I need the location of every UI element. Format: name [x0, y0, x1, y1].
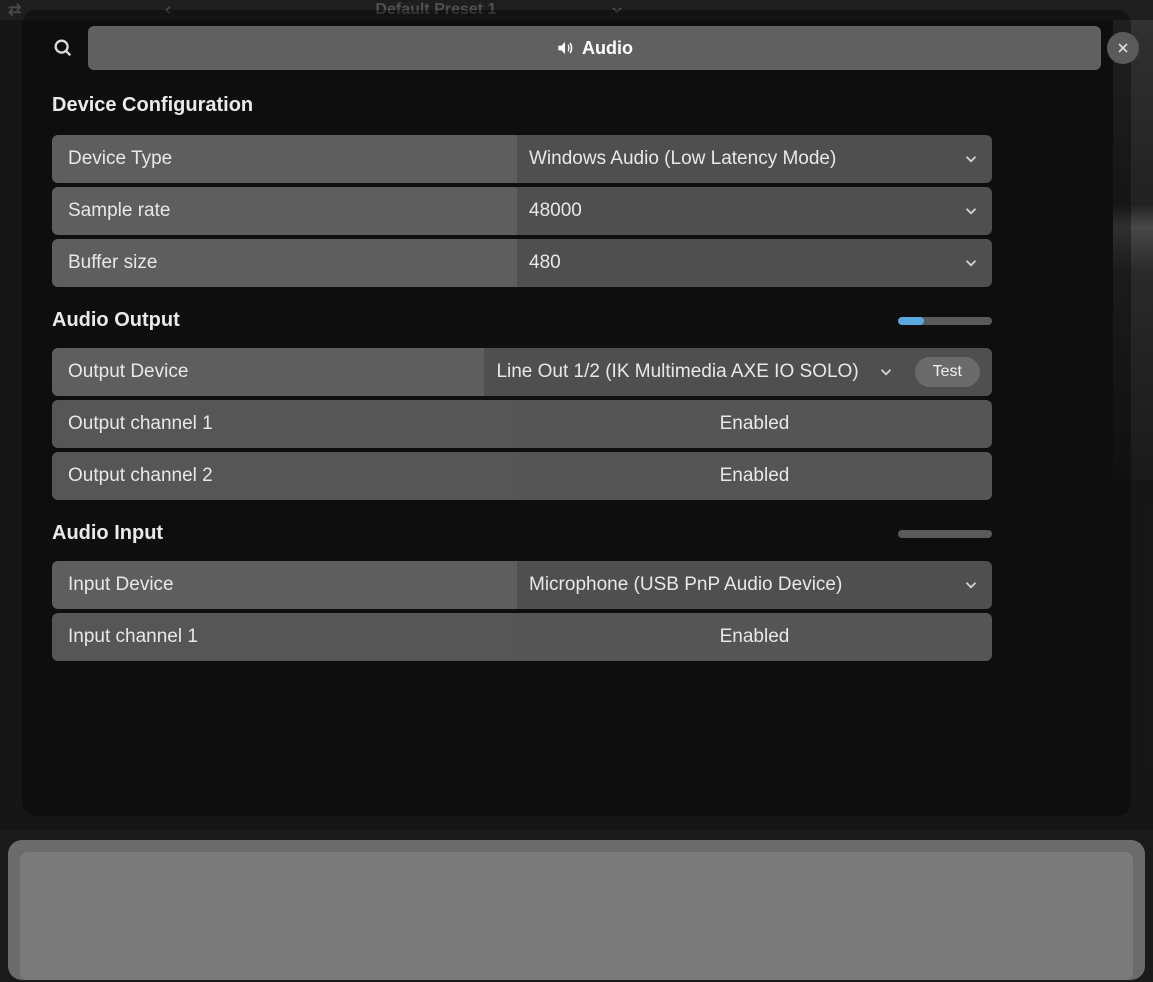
output-level-meter: [898, 317, 992, 325]
search-button[interactable]: [52, 37, 74, 59]
label-buffer-size: Buffer size: [52, 239, 517, 287]
device-config-block: Device Type Windows Audio (Low Latency M…: [52, 135, 992, 287]
input-device-value: Microphone (USB PnP Audio Device): [529, 574, 842, 596]
modal-overlay: Audio Device Configuration Device Type W…: [0, 0, 1153, 830]
value-device-type[interactable]: Windows Audio (Low Latency Mode): [517, 135, 992, 183]
row-output-ch1[interactable]: Output channel 1 Enabled: [52, 400, 992, 448]
value-input-device[interactable]: Microphone (USB PnP Audio Device): [517, 561, 992, 609]
value-sample-rate[interactable]: 48000: [517, 187, 992, 235]
value-input-ch1[interactable]: Enabled: [517, 613, 992, 661]
chevron-down-icon: [962, 254, 980, 272]
input-level-meter: [898, 530, 992, 538]
section-title-device-config: Device Configuration: [52, 94, 1101, 117]
output-ch2-status: Enabled: [720, 465, 790, 487]
label-sample-rate: Sample rate: [52, 187, 517, 235]
background-bottom-inner: [20, 852, 1133, 980]
section-title-audio-output: Audio Output: [52, 309, 180, 332]
row-buffer-size[interactable]: Buffer size 480: [52, 239, 992, 287]
background-bottom-panel: [8, 840, 1145, 980]
row-sample-rate[interactable]: Sample rate 48000: [52, 187, 992, 235]
value-output-ch2[interactable]: Enabled: [517, 452, 992, 500]
label-input-device: Input Device: [52, 561, 517, 609]
device-type-value: Windows Audio (Low Latency Mode): [529, 148, 836, 170]
row-input-device[interactable]: Input Device Microphone (USB PnP Audio D…: [52, 561, 992, 609]
chevron-down-icon: [962, 150, 980, 168]
chevron-down-icon: [962, 202, 980, 220]
label-output-ch2: Output channel 2: [52, 452, 517, 500]
label-output-ch1: Output channel 1: [52, 400, 517, 448]
buffer-size-value: 480: [529, 252, 561, 274]
row-output-device[interactable]: Output Device Line Out 1/2 (IK Multimedi…: [52, 348, 992, 396]
value-buffer-size[interactable]: 480: [517, 239, 992, 287]
search-icon: [52, 37, 74, 59]
close-icon: [1115, 40, 1131, 56]
row-output-ch2[interactable]: Output channel 2 Enabled: [52, 452, 992, 500]
test-output-button[interactable]: Test: [915, 357, 980, 387]
value-output-ch1[interactable]: Enabled: [517, 400, 992, 448]
audio-output-block: Output Device Line Out 1/2 (IK Multimedi…: [52, 348, 992, 500]
chevron-down-icon: [962, 576, 980, 594]
row-device-type[interactable]: Device Type Windows Audio (Low Latency M…: [52, 135, 992, 183]
row-input-ch1[interactable]: Input channel 1 Enabled: [52, 613, 992, 661]
label-output-device: Output Device: [52, 348, 484, 396]
value-output-device[interactable]: Line Out 1/2 (IK Multimedia AXE IO SOLO)…: [484, 348, 992, 396]
audio-input-block: Input Device Microphone (USB PnP Audio D…: [52, 561, 992, 661]
chevron-down-icon: [877, 363, 895, 381]
sample-rate-value: 48000: [529, 200, 582, 222]
label-input-ch1: Input channel 1: [52, 613, 517, 661]
input-ch1-status: Enabled: [720, 626, 790, 648]
output-level-fill: [898, 317, 924, 325]
output-ch1-status: Enabled: [720, 413, 790, 435]
speaker-icon: [556, 39, 574, 57]
audio-settings-modal: Audio Device Configuration Device Type W…: [22, 10, 1131, 816]
section-title-audio-input: Audio Input: [52, 522, 163, 545]
output-device-value: Line Out 1/2 (IK Multimedia AXE IO SOLO): [496, 361, 858, 383]
modal-title: Audio: [582, 38, 633, 59]
label-device-type: Device Type: [52, 135, 517, 183]
close-button[interactable]: [1107, 32, 1139, 64]
title-bar: Audio: [88, 26, 1101, 70]
